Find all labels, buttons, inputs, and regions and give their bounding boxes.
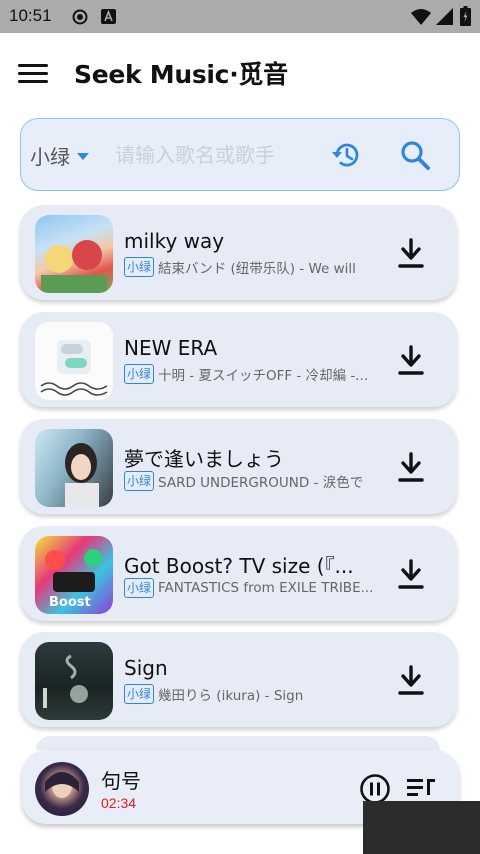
player-song-title: 句号 <box>101 769 141 793</box>
artist-album: SARD UNDERGROUND - 涙色で <box>158 475 364 491</box>
download-icon[interactable] <box>396 559 426 591</box>
song-meta: 小绿 SARD UNDERGROUND - 涙色で <box>124 471 374 491</box>
cover-art <box>35 429 113 507</box>
song-list-item[interactable]: 夢で逢いましょう 小绿 SARD UNDERGROUND - 涙色で <box>20 419 457 514</box>
status-time: 10:51 <box>9 6 52 25</box>
song-list-item[interactable]: Boost Got Boost? TV size (『... 小绿 FANTAS… <box>20 526 457 621</box>
queue-list-icon[interactable] <box>406 776 436 802</box>
source-dropdown-value: 小绿 <box>30 145 70 169</box>
cover-art <box>35 322 113 400</box>
player-cover-art <box>35 762 89 816</box>
record-icon <box>72 9 88 25</box>
download-icon[interactable] <box>396 452 426 484</box>
song-meta: 小绿 FANTASTICS from EXILE TRIBE... <box>124 578 374 598</box>
song-meta: 小绿 結束バンド (纽带乐队) - We will <box>124 257 374 277</box>
artist-album: 結束バンド (纽带乐队) - We will <box>158 261 356 277</box>
search-input[interactable] <box>115 137 315 173</box>
search-icon[interactable] <box>398 138 432 172</box>
song-list-item[interactable]: NEW ERA 小绿 十明 - 夏スイッチOFF - 冷却編 -... <box>20 312 457 407</box>
song-title: Sign <box>124 656 168 680</box>
download-icon[interactable] <box>396 238 426 270</box>
cover-art <box>35 215 113 293</box>
song-title: NEW ERA <box>124 336 218 360</box>
download-icon[interactable] <box>396 665 426 697</box>
signal-icon <box>436 8 453 25</box>
artist-album: FANTASTICS from EXILE TRIBE... <box>158 580 374 596</box>
svg-text:Boost: Boost <box>49 595 91 610</box>
source-badge: 小绿 <box>124 364 155 384</box>
hamburger-menu-icon[interactable] <box>16 59 50 89</box>
search-bar: 小绿 <box>20 118 460 191</box>
song-title: milky way <box>124 229 225 253</box>
source-badge: 小绿 <box>124 578 155 598</box>
song-list-item-partial <box>36 736 440 750</box>
source-badge: 小绿 <box>124 257 155 277</box>
song-list-item[interactable]: milky way 小绿 結束バンド (纽带乐队) - We will <box>20 205 457 300</box>
wifi-icon <box>411 9 431 25</box>
status-bar: 10:51 <box>0 0 480 33</box>
source-badge: 小绿 <box>124 471 155 491</box>
cover-art: Boost <box>35 536 113 614</box>
artist-album: 幾田りら (ikura) - Sign <box>158 688 304 704</box>
song-list-item[interactable]: Sign 小绿 幾田りら (ikura) - Sign <box>20 632 457 727</box>
a-badge-icon <box>101 9 116 24</box>
song-title: Got Boost? TV size (『... <box>124 554 354 578</box>
history-icon[interactable] <box>328 138 362 172</box>
song-title: 夢で逢いましょう <box>124 447 284 471</box>
chevron-down-icon <box>77 153 89 160</box>
download-icon[interactable] <box>396 345 426 377</box>
player-time: 02:34 <box>101 795 137 811</box>
app-title: Seek Music·觅音 <box>74 60 288 89</box>
source-dropdown[interactable]: 小绿 <box>30 141 89 170</box>
app-bar: Seek Music·觅音 <box>0 33 480 115</box>
cover-art <box>35 642 113 720</box>
battery-icon <box>460 6 471 26</box>
system-overlay <box>363 801 480 854</box>
song-meta: 小绿 幾田りら (ikura) - Sign <box>124 684 374 704</box>
song-meta: 小绿 十明 - 夏スイッチOFF - 冷却編 -... <box>124 364 374 384</box>
artist-album: 十明 - 夏スイッチOFF - 冷却編 -... <box>158 368 369 384</box>
source-badge: 小绿 <box>124 684 155 704</box>
